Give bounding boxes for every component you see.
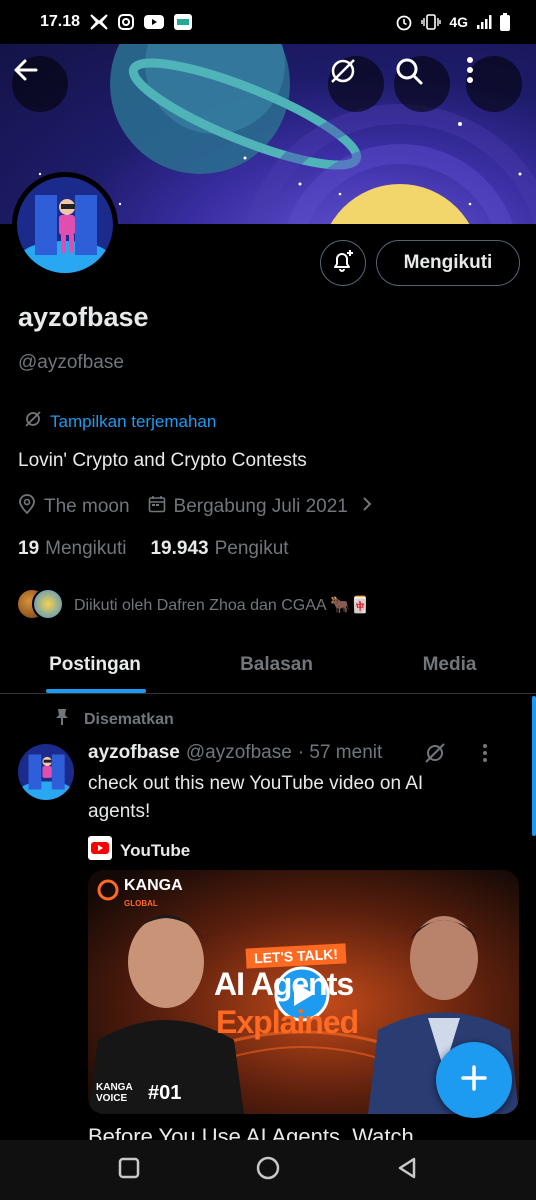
post-time: · 57 menit bbox=[297, 742, 383, 763]
joined-date[interactable]: Bergabung Juli 2021 bbox=[148, 495, 372, 519]
followed-by-text: Diikuti oleh Dafren Zhoa dan CGAA 🐂🀄 bbox=[74, 597, 370, 614]
recent-apps-icon[interactable] bbox=[118, 1157, 140, 1184]
post-text: check out this new YouTube video on AI a… bbox=[88, 773, 424, 822]
translate-icon bbox=[24, 410, 42, 433]
source-label: YouTube bbox=[120, 840, 191, 860]
pinned-indicator: Disematkan bbox=[54, 708, 174, 731]
status-bar: 17.18 4G bbox=[0, 0, 536, 44]
profile-avatar[interactable] bbox=[12, 172, 118, 278]
follower-avatar bbox=[32, 588, 64, 620]
notification-bell-button[interactable] bbox=[320, 240, 366, 286]
alarm-icon bbox=[395, 13, 413, 31]
app-icon bbox=[174, 14, 193, 30]
post-author-handle[interactable]: @ayzofbase bbox=[186, 742, 292, 764]
system-nav-bar bbox=[0, 1140, 536, 1200]
post-author-name[interactable]: ayzofbase bbox=[88, 742, 180, 764]
show-translation-label: Tampilkan terjemahan bbox=[50, 411, 217, 431]
profile-meta: The moon Bergabung Juli 2021 bbox=[18, 494, 390, 520]
video-brand: KANGA GLOBAL bbox=[124, 878, 183, 912]
joined-text: Bergabung Juli 2021 bbox=[173, 496, 348, 517]
video-headline-1: AI Agents bbox=[214, 966, 354, 1002]
video-headline-2: Explained bbox=[216, 1004, 359, 1040]
vibrate-icon bbox=[421, 14, 442, 30]
post-more-icon[interactable] bbox=[482, 743, 488, 763]
link-source[interactable]: YouTube bbox=[88, 836, 190, 865]
x-icon bbox=[90, 14, 108, 30]
follow-counts: 19 Mengikuti 19.943 Pengikut bbox=[18, 538, 289, 560]
tab-media[interactable]: Media bbox=[363, 636, 536, 693]
translate-off-button[interactable] bbox=[328, 56, 384, 112]
following-button[interactable]: Mengikuti bbox=[376, 240, 520, 286]
avatar-illustration bbox=[17, 177, 113, 273]
tab-replies[interactable]: Balasan bbox=[190, 636, 363, 693]
location-icon bbox=[18, 494, 36, 520]
search-button[interactable] bbox=[394, 56, 450, 112]
profile-handle: @ayzofbase bbox=[18, 352, 124, 373]
pinned-label: Disematkan bbox=[84, 710, 174, 728]
scrollbar[interactable] bbox=[532, 696, 536, 836]
plus-icon bbox=[459, 1063, 489, 1098]
more-button[interactable] bbox=[466, 56, 522, 112]
battery-icon bbox=[500, 13, 510, 31]
location-text: The moon bbox=[44, 496, 130, 517]
followed-by-row[interactable]: Diikuti oleh Dafren Zhoa dan CGAA 🐂🀄 bbox=[16, 588, 370, 622]
back-nav-icon[interactable] bbox=[396, 1157, 418, 1184]
tab-posts[interactable]: Postingan bbox=[0, 636, 190, 693]
back-button[interactable] bbox=[12, 56, 68, 112]
video-brand-name: KANGA bbox=[124, 877, 183, 894]
youtube-icon bbox=[88, 836, 112, 865]
post-header: ayzofbase @ayzofbase · 57 menit bbox=[88, 742, 488, 764]
signal-icon bbox=[476, 14, 492, 30]
following-label: Mengikuti bbox=[45, 538, 127, 559]
network-label: 4G bbox=[449, 14, 468, 30]
followers-label: Pengikut bbox=[214, 538, 289, 559]
show-translation-link[interactable]: Tampilkan terjemahan bbox=[24, 410, 216, 433]
bell-plus-icon bbox=[330, 248, 356, 279]
calendar-icon bbox=[148, 495, 166, 519]
video-brand-sub: GLOBAL bbox=[124, 899, 158, 908]
home-icon[interactable] bbox=[255, 1155, 281, 1186]
pin-icon bbox=[54, 708, 70, 731]
post-avatar[interactable] bbox=[18, 744, 74, 800]
compose-button[interactable] bbox=[436, 1042, 512, 1118]
youtube-icon bbox=[144, 15, 165, 29]
display-name: ayzofbase bbox=[18, 302, 149, 332]
profile-bio: Lovin' Crypto and Crypto Contests bbox=[18, 450, 307, 471]
following-count-link[interactable]: 19 Mengikuti bbox=[18, 538, 126, 560]
video-series: KANGA VOICE bbox=[96, 1082, 133, 1104]
status-time: 17.18 bbox=[40, 13, 81, 30]
profile-tabs: Postingan Balasan Media bbox=[0, 636, 536, 694]
chevron-right-icon bbox=[362, 496, 372, 518]
translate-off-icon[interactable] bbox=[424, 742, 446, 764]
followed-by-avatars bbox=[16, 588, 66, 622]
video-episode: #01 bbox=[148, 1082, 182, 1104]
following-count: 19 bbox=[18, 538, 40, 559]
followers-count: 19.943 bbox=[150, 538, 209, 559]
instagram-icon bbox=[118, 14, 135, 30]
followers-count-link[interactable]: 19.943 Pengikut bbox=[150, 538, 288, 560]
